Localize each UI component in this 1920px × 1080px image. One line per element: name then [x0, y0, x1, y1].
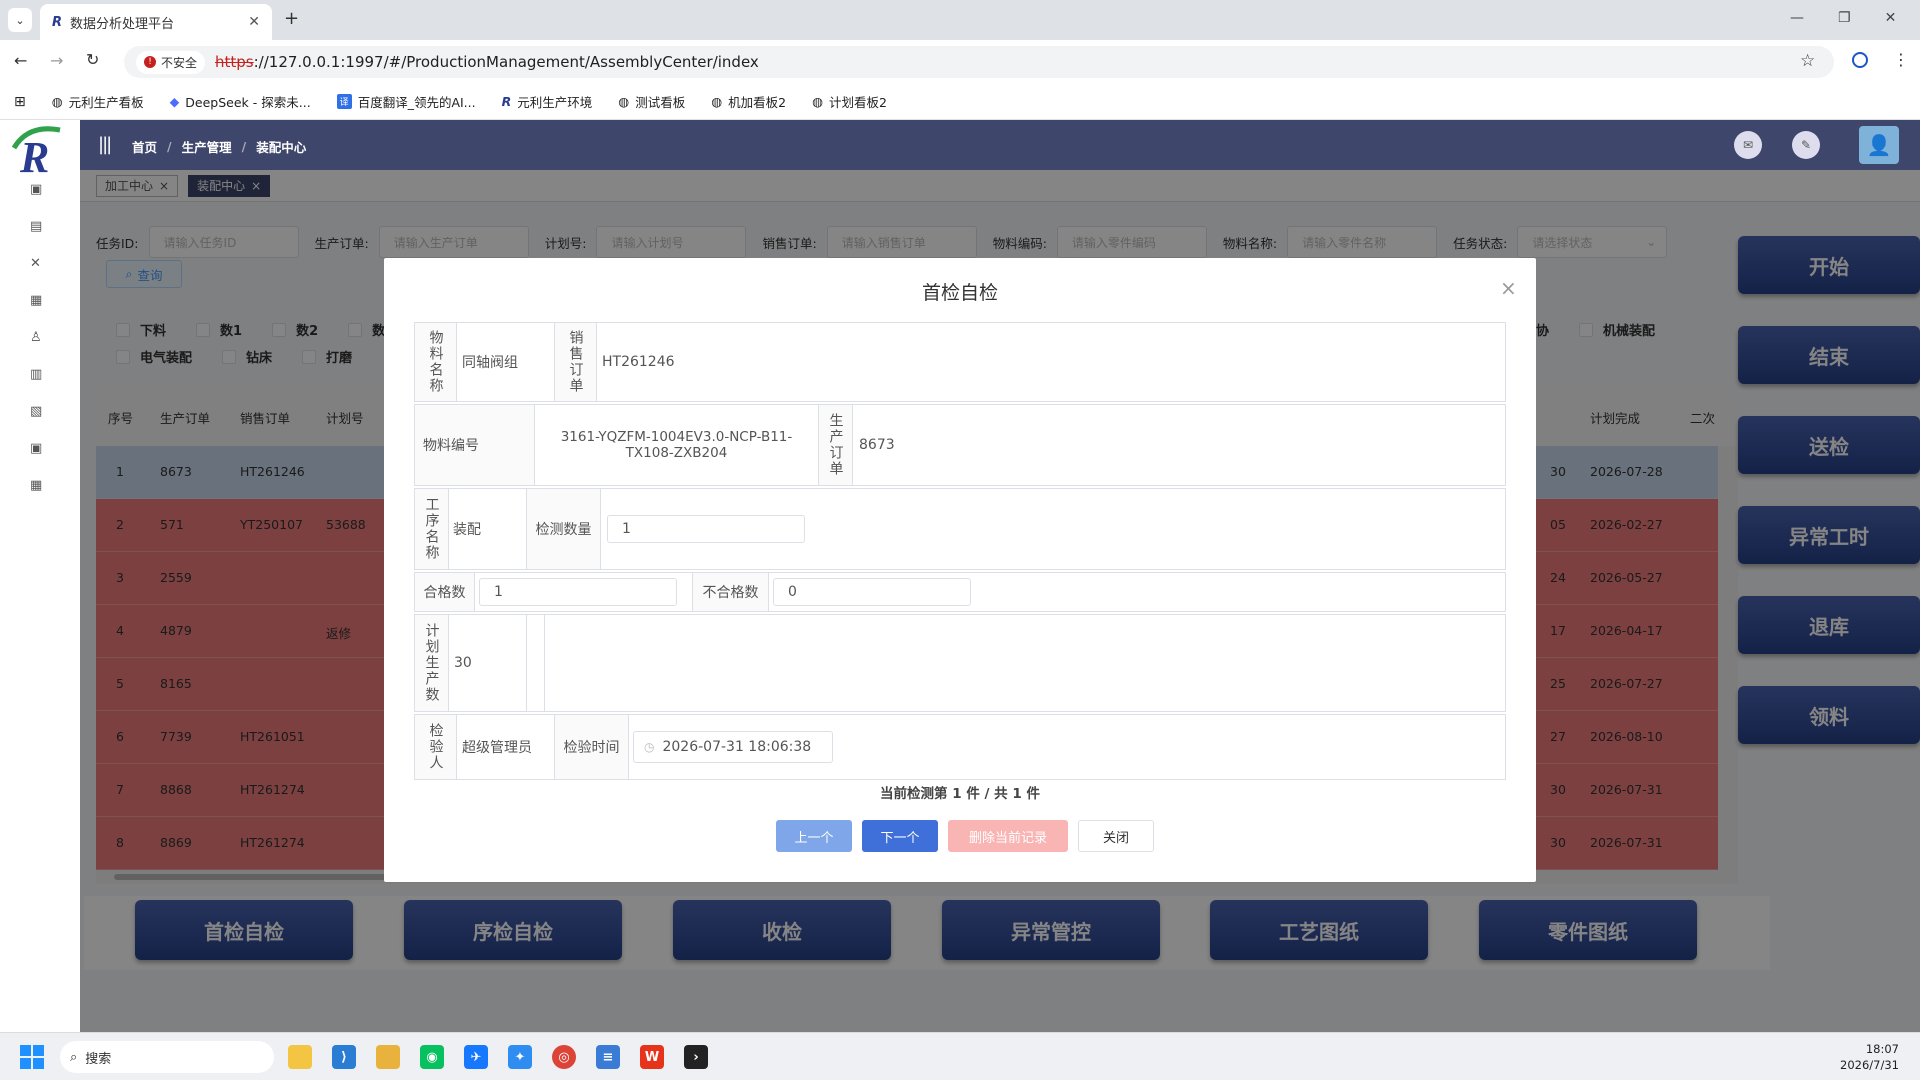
insecure-badge[interactable]: ! 不安全 [136, 50, 206, 74]
terminal-icon[interactable]: › [684, 1045, 708, 1069]
app-logo: R [8, 124, 68, 182]
app-icon[interactable] [376, 1045, 400, 1069]
bookmark-item[interactable]: ◍ 元利生产看板 [52, 92, 144, 111]
hamburger-icon[interactable]: ||| [98, 134, 112, 155]
row-material-name: 物料名称 同轴阀组 销售订单 HT261246 [414, 322, 1506, 402]
window-close-icon[interactable]: ✕ [1885, 10, 1897, 26]
dialog-title: 首检自检 [921, 282, 998, 304]
close-tab-icon[interactable]: ✕ [248, 14, 260, 30]
inspect-qty-input[interactable]: 1 [607, 515, 805, 543]
forward-icon[interactable]: → [50, 51, 63, 70]
url-box[interactable]: ! 不安全 https://127.0.0.1:1997/#/Productio… [124, 46, 1834, 78]
vscode-icon[interactable]: ⟩ [332, 1045, 356, 1069]
apps-grid-icon[interactable]: ⊞ [14, 94, 26, 110]
tools-icon[interactable]: ✕ [30, 256, 42, 271]
globe-icon: ◍ [812, 94, 823, 109]
inspector-value: 超级管理员 [457, 715, 555, 779]
breadcrumb-production[interactable]: 生产管理 [182, 137, 232, 156]
breadcrumb-home[interactable]: 首页 [132, 137, 157, 156]
favicon-icon: R [52, 14, 63, 30]
material-code-value: 3161-YQZFM-1004EV3.0-NCP-B11-TX108-ZXB20… [535, 405, 819, 485]
plan-qty-value: 30 [449, 615, 527, 711]
prod-order-value: 8673 [859, 437, 895, 453]
back-icon[interactable]: ← [14, 51, 27, 70]
app-icon[interactable]: ✦ [508, 1045, 532, 1069]
globe-icon: ◍ [711, 94, 723, 109]
close-button[interactable]: 关闭 [1078, 820, 1154, 852]
notepad-icon[interactable]: ≡ [596, 1045, 620, 1069]
report-icon[interactable]: ▧ [30, 404, 42, 419]
wps-icon[interactable]: W [640, 1045, 664, 1069]
edit-icon[interactable]: ✎ [1792, 131, 1820, 159]
clock-icon: ◷ [644, 740, 655, 754]
calendar-icon[interactable]: ▦ [30, 478, 42, 493]
mail-icon[interactable]: ✉ [1734, 131, 1762, 159]
fail-qty-input[interactable]: 0 [773, 578, 971, 606]
deepseek-icon: ◆ [169, 94, 180, 109]
url-text: https://127.0.0.1:1997/#/ProductionManag… [215, 53, 759, 71]
row-inspector: 检验人 超级管理员 检验时间 ◷ 2026-07-31 18:06:38 [414, 714, 1506, 780]
sidebar: R ▣ ▤ ✕ ▦ ♙ ▥ ▧ ▣ ▦ [0, 120, 80, 1032]
menu-icon[interactable]: ⋮ [1893, 50, 1909, 69]
windows-taskbar: ⌕ 搜索 ⟩ ◉ ✈ ✦ ◎ ≡ W › 18:07 2026/7/31 [0, 1032, 1920, 1080]
breadcrumb: 首页 / 生产管理 / 装配中心 [132, 137, 307, 156]
user-icon[interactable]: ♙ [30, 330, 42, 345]
screen-icon[interactable]: ▣ [30, 441, 42, 456]
inspection-progress: 当前检测第 1 件 / 共 1 件 [880, 786, 1040, 802]
bookmark-item[interactable]: R 元利生产环境 [502, 92, 593, 111]
favicon-icon: R [501, 94, 512, 109]
tab-title: 数据分析处理平台 [70, 16, 175, 32]
tab-list-icon[interactable]: ⌄ [8, 8, 32, 32]
dialog-close-icon[interactable]: × [1500, 276, 1517, 300]
avatar[interactable]: 👤 [1859, 126, 1899, 164]
bookmark-star-icon[interactable]: ☆ [1800, 51, 1815, 71]
bookmark-item[interactable]: ◍ 测试看板 [618, 92, 685, 111]
browser-tab-bar: ⌄ R 数据分析处理平台 ✕ + — ❐ ✕ [0, 0, 1920, 40]
globe-icon: ◍ [618, 94, 630, 109]
baidu-translate-icon: 译 [336, 94, 352, 109]
pass-qty-input[interactable]: 1 [479, 578, 677, 606]
new-tab-button[interactable]: + [284, 8, 299, 29]
minimize-icon[interactable]: — [1790, 10, 1804, 26]
wechat-icon[interactable]: ◉ [420, 1045, 444, 1069]
list-icon[interactable]: ▦ [30, 293, 42, 308]
start-icon[interactable] [20, 1045, 44, 1069]
warning-icon: ! [144, 56, 156, 68]
box-icon[interactable]: ▥ [30, 367, 42, 382]
profile-icon[interactable] [1852, 52, 1868, 68]
bookmarks-bar: ⊞ ◍ 元利生产看板 ◆ DeepSeek - 探索未... 译百度翻译_领先的AI… [0, 84, 1920, 120]
file-explorer-icon[interactable] [288, 1045, 312, 1069]
app-icon[interactable]: ✈ [464, 1045, 488, 1069]
chrome-icon[interactable]: ◎ [552, 1045, 576, 1069]
breadcrumb-assembly: 装配中心 [256, 140, 307, 155]
bookmark-item[interactable]: ◍ 计划看板2 [812, 92, 887, 111]
bookmark-item[interactable]: 译百度翻译_领先的AI... [336, 92, 476, 111]
monitor-icon[interactable]: ▣ [30, 182, 42, 197]
next-button[interactable]: 下一个 [862, 820, 938, 852]
reload-icon[interactable]: ↻ [86, 50, 99, 69]
row-pass-fail: 合格数 1 不合格数 0 [414, 572, 1506, 612]
row-material-code: 物料编号 3161-YQZFM-1004EV3.0-NCP-B11-TX108-… [414, 404, 1506, 486]
bookmark-item[interactable]: ◆ DeepSeek - 探索未... [170, 92, 311, 111]
sales-order-value: HT261246 [602, 354, 675, 370]
material-name-value: 同轴阀组 [457, 323, 555, 401]
app-header: ||| 首页 / 生产管理 / 装配中心 ✉ ✎ 👤 [80, 120, 1920, 170]
bookmark-item[interactable]: ◍ 机加看板2 [711, 92, 786, 111]
row-plan-qty: 计划生产数 30 [414, 614, 1506, 712]
document-edit-icon[interactable]: ▤ [30, 219, 42, 234]
clock[interactable]: 18:07 2026/7/31 [1840, 1041, 1899, 1073]
svg-text:R: R [19, 133, 49, 176]
search-icon: ⌕ [70, 1049, 78, 1065]
process-value: 装配 [449, 489, 527, 569]
restore-icon[interactable]: ❐ [1838, 10, 1851, 26]
taskbar-search[interactable]: ⌕ 搜索 [60, 1041, 274, 1073]
row-process: 工序名称 装配 检测数量 1 [414, 488, 1506, 570]
globe-icon: ◍ [51, 94, 63, 109]
inspect-time-picker[interactable]: ◷ 2026-07-31 18:06:38 [633, 731, 833, 763]
browser-tab[interactable]: R 数据分析处理平台 ✕ [40, 4, 272, 40]
first-inspection-dialog: 首检自检 × 物料名称 同轴阀组 销售订单 HT261246 物料编号 3161… [384, 258, 1536, 882]
prev-button[interactable]: 上一个 [776, 820, 852, 852]
delete-record-button[interactable]: 删除当前记录 [948, 820, 1068, 852]
